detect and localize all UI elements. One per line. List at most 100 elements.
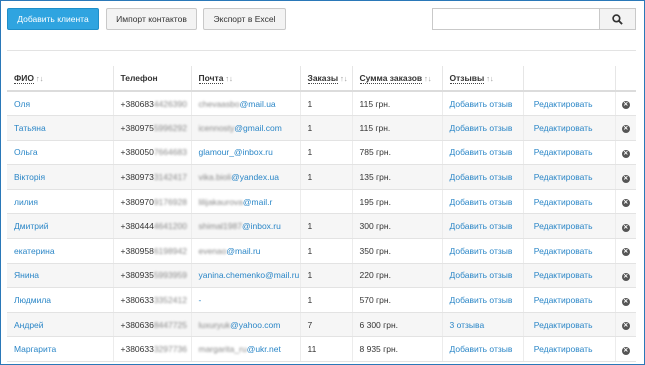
orders-sum: 195 грн.	[352, 189, 443, 215]
sort-icon: ↑↓	[424, 74, 432, 83]
orders-count: 1	[300, 91, 353, 117]
hidden-email-part: vika.bioli	[198, 172, 232, 183]
delete-icon: ✕	[621, 297, 630, 306]
hidden-email-part: chevaasbo	[198, 98, 240, 109]
clients-table: ФИО ↑↓ Телефон Почта ↑↓ Заказы ↑↓ Сумма зак…	[7, 66, 636, 363]
client-name-link[interactable]: екатерина	[7, 238, 114, 264]
edit-link[interactable]: Редактировать	[523, 312, 616, 338]
delete-button[interactable]: ✕	[615, 115, 636, 141]
client-name-link[interactable]: Андрей	[7, 312, 114, 338]
delete-icon: ✕	[621, 248, 630, 257]
delete-button[interactable]: ✕	[615, 91, 636, 117]
edit-link[interactable]: Редактировать	[523, 189, 616, 215]
email-link[interactable]: lilijakaurova@mail.r	[191, 189, 301, 215]
email-link[interactable]: yanina.chemenko@mail.ru	[191, 263, 301, 289]
client-name-link[interactable]: Оля	[7, 91, 114, 117]
email-link[interactable]: shimal1987@inbox.ru	[191, 213, 301, 240]
email-link[interactable]: glamour_@inbox.ru	[191, 140, 301, 166]
add-client-button[interactable]: Добавить клиента	[7, 8, 99, 30]
divider	[7, 50, 636, 51]
phone-cell: +3809733142417	[113, 164, 192, 190]
reviews-link[interactable]: Добавить отзыв	[442, 287, 524, 313]
email-link[interactable]: vika.bioli@yandex.ua	[191, 164, 301, 190]
delete-button[interactable]: ✕	[615, 238, 636, 264]
hidden-phone-digits: 7664683	[153, 147, 187, 158]
client-name-link[interactable]: Янина	[7, 263, 114, 289]
orders-sum: 6 300 грн.	[352, 312, 443, 338]
table-row: екатерина +3809586198942 evenao@mail.ru 1 35…	[7, 238, 636, 264]
delete-icon: ✕	[621, 101, 630, 110]
client-name-link[interactable]: Людмила	[7, 287, 114, 313]
client-name-link[interactable]: Вікторія	[7, 164, 114, 190]
column-orders-sum[interactable]: Сумма заказов ↑↓	[352, 66, 443, 92]
column-orders[interactable]: Заказы ↑↓	[300, 66, 353, 92]
table-row: Дмитрий +3804444641200 shimal1987@inbox.ru…	[7, 213, 636, 240]
export-excel-button[interactable]: Экспорт в Excel	[203, 8, 286, 30]
delete-button[interactable]: ✕	[615, 213, 636, 240]
email-link[interactable]: chevaasbo@mail.ua	[191, 91, 301, 117]
table-row: Янина +3809355993959 yanina.chemenko@mail.…	[7, 263, 636, 289]
email-link[interactable]: -	[191, 287, 301, 313]
phone-cell: +3809755996292	[113, 115, 192, 141]
reviews-link[interactable]: Добавить отзыв	[442, 238, 524, 264]
delete-button[interactable]: ✕	[615, 140, 636, 166]
search-button[interactable]	[599, 8, 636, 30]
hidden-phone-digits: 6198942	[153, 245, 187, 256]
column-email[interactable]: Почта ↑↓	[191, 66, 301, 92]
orders-count: 11	[300, 336, 353, 363]
edit-link[interactable]: Редактировать	[523, 91, 616, 117]
reviews-link[interactable]: Добавить отзыв	[442, 164, 524, 190]
sort-icon: ↑↓	[35, 74, 44, 83]
hidden-phone-digits: 4426390	[153, 98, 187, 109]
search-input[interactable]	[432, 8, 600, 30]
table-header: ФИО ↑↓ Телефон Почта ↑↓ Заказы ↑↓ Сумма зак…	[7, 66, 636, 92]
delete-button[interactable]: ✕	[615, 336, 636, 363]
reviews-link[interactable]: Добавить отзыв	[442, 115, 524, 141]
delete-button[interactable]: ✕	[615, 164, 636, 190]
delete-button[interactable]: ✕	[615, 263, 636, 289]
table-row: Оля +3806834426390 chevaasbo@mail.ua 1 115 г…	[7, 91, 636, 117]
reviews-link[interactable]: Добавить отзыв	[442, 336, 524, 363]
orders-count: 1	[300, 164, 353, 190]
client-name-link[interactable]: Татьяна	[7, 115, 114, 141]
delete-button[interactable]: ✕	[615, 189, 636, 215]
edit-link[interactable]: Редактировать	[523, 238, 616, 264]
reviews-link[interactable]: Добавить отзыв	[442, 263, 524, 289]
edit-link[interactable]: Редактировать	[523, 263, 616, 289]
client-name-link[interactable]: Маргарита	[7, 336, 114, 363]
edit-link[interactable]: Редактировать	[523, 140, 616, 166]
orders-count: 1	[300, 263, 353, 289]
orders-count: 1	[300, 238, 353, 264]
edit-link[interactable]: Редактировать	[523, 115, 616, 141]
column-reviews[interactable]: Отзывы ↑↓	[442, 66, 524, 92]
delete-button[interactable]: ✕	[615, 287, 636, 313]
phone-cell: +3806834426390	[113, 91, 192, 117]
import-contacts-button[interactable]: Импорт контактов	[106, 8, 197, 30]
orders-sum: 115 грн.	[352, 115, 443, 141]
reviews-link[interactable]: 3 отзыва	[442, 312, 524, 338]
email-link[interactable]: margarita_ru@ukr.net	[191, 336, 301, 363]
email-link[interactable]: icennosty@gmail.com	[191, 115, 301, 141]
reviews-link[interactable]: Добавить отзыв	[442, 91, 524, 117]
delete-icon: ✕	[621, 223, 630, 232]
client-name-link[interactable]: лилия	[7, 189, 114, 215]
client-name-link[interactable]: Ольга	[7, 140, 114, 166]
reviews-link[interactable]: Добавить отзыв	[442, 189, 524, 215]
edit-link[interactable]: Редактировать	[523, 287, 616, 313]
email-link[interactable]: evenao@mail.ru	[191, 238, 301, 264]
delete-button[interactable]: ✕	[615, 312, 636, 338]
edit-link[interactable]: Редактировать	[523, 336, 616, 363]
client-name-link[interactable]: Дмитрий	[7, 213, 114, 240]
column-name[interactable]: ФИО ↑↓	[7, 66, 114, 92]
phone-cell: +3806333297736	[113, 336, 192, 363]
column-phone: Телефон	[113, 66, 192, 92]
orders-count: 1	[300, 140, 353, 166]
table-row: Вікторія +3809733142417 vika.bioli@yandex.…	[7, 164, 636, 190]
reviews-link[interactable]: Добавить отзыв	[442, 213, 524, 240]
orders-sum: 300 грн.	[352, 213, 443, 240]
edit-link[interactable]: Редактировать	[523, 213, 616, 240]
orders-sum: 135 грн.	[352, 164, 443, 190]
reviews-link[interactable]: Добавить отзыв	[442, 140, 524, 166]
email-link[interactable]: luxuryuk@yahoo.com	[191, 312, 301, 338]
edit-link[interactable]: Редактировать	[523, 164, 616, 190]
